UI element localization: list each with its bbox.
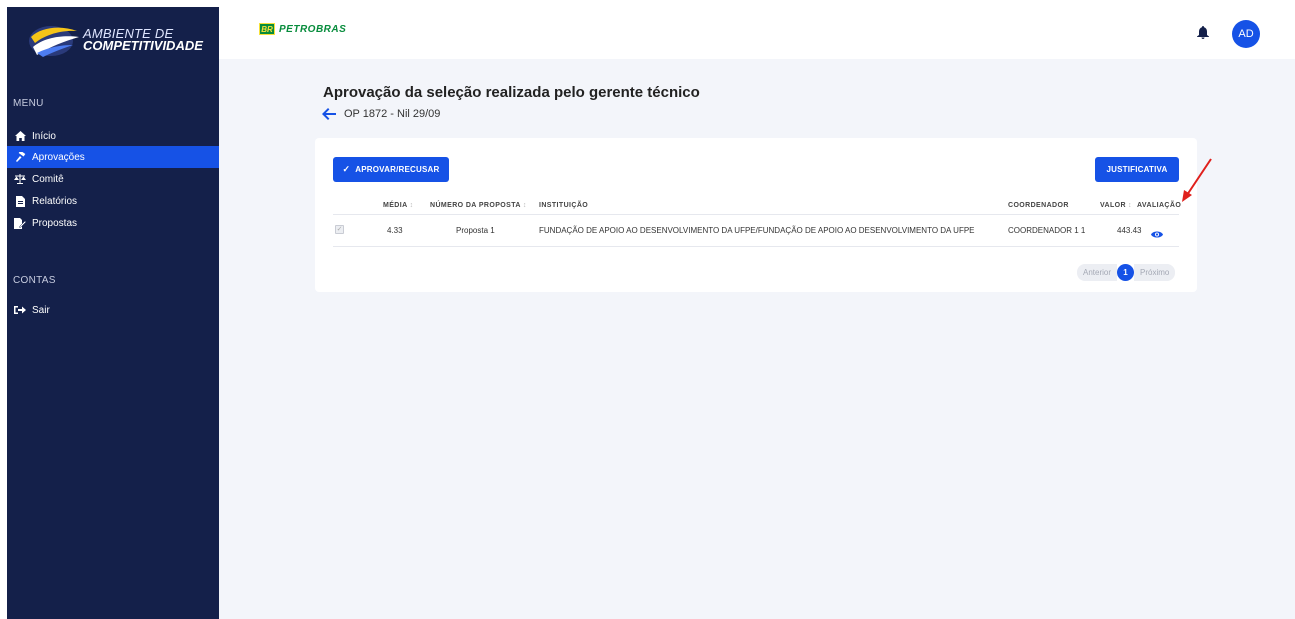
cell-numero-proposta: Proposta 1 bbox=[456, 226, 495, 235]
logo-swoosh-icon bbox=[29, 26, 79, 57]
column-header-valor[interactable]: VALOR ↕ bbox=[1100, 202, 1132, 209]
sidebar-item-relatorios[interactable]: Relatórios bbox=[7, 190, 219, 212]
app-window: AMBIENTE DE COMPETITIVIDADE MENU Início … bbox=[7, 7, 1295, 619]
sidebar-item-label: Aprovações bbox=[32, 151, 85, 163]
sidebar-item-label: Sair bbox=[32, 304, 50, 316]
proposals-card: ✓ APROVAR/RECUSAR JUSTIFICATIVA MÉDIA ↕ N… bbox=[315, 138, 1197, 292]
cell-instituicao: FUNDAÇÃO DE APOIO AO DESENVOLVIMENTO DA … bbox=[539, 226, 975, 235]
pagination-next[interactable]: Próximo bbox=[1134, 264, 1176, 281]
sort-icon: ↕ bbox=[409, 202, 414, 209]
sidebar-item-comite[interactable]: Comitê bbox=[7, 168, 219, 190]
page-title: Aprovação da seleção realizada pelo gere… bbox=[323, 84, 700, 101]
header-divider bbox=[333, 214, 1179, 215]
edit-file-icon bbox=[13, 217, 27, 229]
approve-reject-label: APROVAR/RECUSAR bbox=[355, 165, 440, 174]
logo-text-line2: COMPETITIVIDADE bbox=[83, 38, 203, 53]
menu-section-label: MENU bbox=[13, 98, 44, 109]
gavel-icon bbox=[13, 151, 27, 163]
brand-name: PETROBRAS bbox=[279, 23, 347, 35]
bell-icon[interactable] bbox=[1197, 26, 1209, 44]
file-icon bbox=[13, 195, 27, 207]
sidebar-item-propostas[interactable]: Propostas bbox=[7, 212, 219, 234]
sidebar-item-label: Comitê bbox=[32, 173, 64, 185]
cell-media: 4.33 bbox=[387, 226, 403, 235]
petrobras-logo: BR PETROBRAS bbox=[259, 23, 346, 35]
top-bar: BR PETROBRAS AD bbox=[219, 7, 1295, 59]
accounts-section-label: CONTAS bbox=[13, 275, 56, 286]
arrow-left-icon bbox=[322, 108, 336, 120]
sort-icon: ↕ bbox=[1127, 202, 1132, 209]
pagination-page-1[interactable]: 1 bbox=[1117, 264, 1135, 281]
pagination-previous[interactable]: Anterior bbox=[1077, 264, 1118, 281]
user-avatar[interactable]: AD bbox=[1232, 20, 1260, 48]
eye-icon[interactable] bbox=[1151, 226, 1163, 244]
row-divider bbox=[333, 246, 1179, 247]
annotation-arrow-icon bbox=[1182, 158, 1212, 202]
home-icon bbox=[13, 130, 27, 142]
sort-icon: ↕ bbox=[522, 202, 527, 209]
approve-reject-button[interactable]: ✓ APROVAR/RECUSAR bbox=[333, 157, 449, 182]
sidebar: AMBIENTE DE COMPETITIVIDADE MENU Início … bbox=[7, 7, 219, 619]
main-content: BR PETROBRAS AD Aprovação da seleção rea… bbox=[219, 7, 1295, 619]
column-header-avaliacao: AVALIAÇÃO bbox=[1137, 202, 1182, 209]
column-header-instituicao: INSTITUIÇÃO bbox=[539, 202, 589, 209]
brand-badge: BR bbox=[259, 23, 275, 35]
column-header-media[interactable]: MÉDIA ↕ bbox=[383, 202, 413, 209]
row-checkbox[interactable]: ✓ bbox=[335, 225, 344, 234]
column-header-numero-proposta[interactable]: NÚMERO DA PROPOSTA ↕ bbox=[430, 202, 527, 209]
sidebar-item-inicio[interactable]: Início bbox=[7, 125, 219, 147]
cell-valor: 443.43 bbox=[1117, 226, 1142, 235]
cell-coordenador: COORDENADOR 1 1 bbox=[1008, 226, 1086, 235]
pagination: Anterior 1 Próximo bbox=[1077, 264, 1176, 281]
check-icon: ✓ bbox=[342, 164, 351, 174]
sidebar-item-label: Propostas bbox=[32, 217, 78, 229]
sidebar-item-label: Início bbox=[32, 130, 56, 142]
page-subtitle: OP 1872 - Nil 29/09 bbox=[344, 108, 441, 120]
justification-button[interactable]: JUSTIFICATIVA bbox=[1095, 157, 1179, 182]
sidebar-item-aprovacoes[interactable]: Aprovações bbox=[7, 146, 219, 168]
back-link[interactable]: OP 1872 - Nil 29/09 bbox=[322, 108, 440, 120]
sign-out-icon bbox=[13, 304, 27, 316]
sidebar-item-sair[interactable]: Sair bbox=[7, 299, 219, 321]
app-logo[interactable]: AMBIENTE DE COMPETITIVIDADE bbox=[27, 19, 207, 63]
balance-scale-icon bbox=[13, 173, 27, 185]
sidebar-item-label: Relatórios bbox=[32, 195, 78, 207]
column-header-coordenador: COORDENADOR bbox=[1008, 202, 1069, 209]
